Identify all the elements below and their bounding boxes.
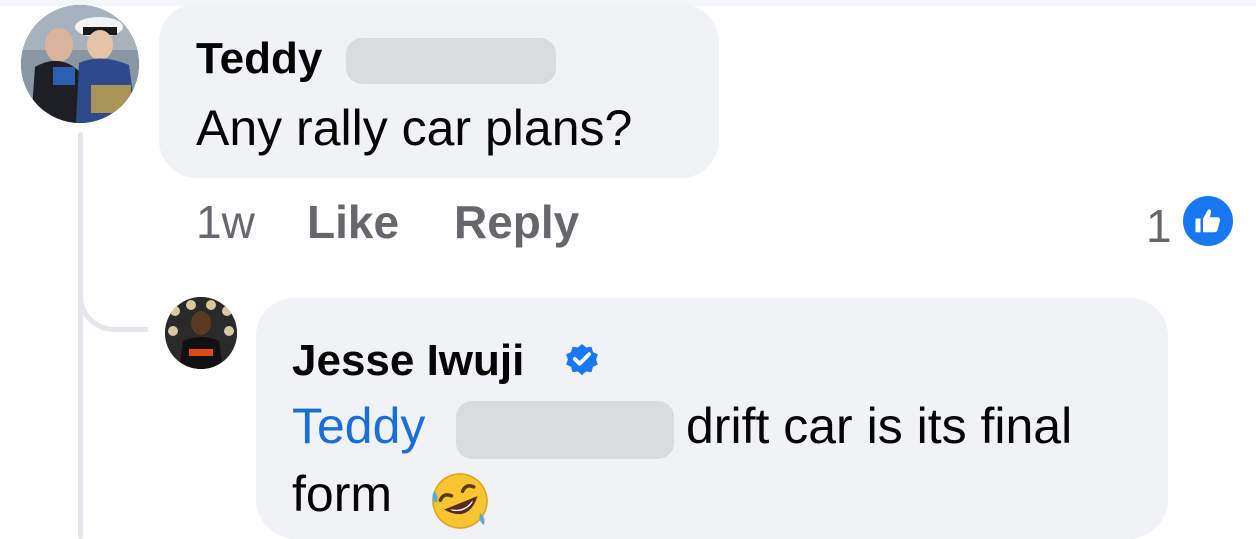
comment-text: Any rally car plans? [196, 100, 633, 156]
thread-line [78, 132, 83, 539]
thumbs-up-icon[interactable] [1183, 196, 1233, 246]
reply-button[interactable]: Reply [454, 196, 579, 248]
like-button[interactable]: Like [307, 196, 399, 248]
redacted-name [456, 401, 674, 459]
avatar[interactable] [21, 5, 139, 123]
reply-text: drift car is its final [686, 398, 1073, 454]
comment-timestamp[interactable]: 1w [196, 196, 255, 248]
redacted-name [346, 38, 556, 84]
reply-text-line2: form [292, 466, 392, 522]
avatar[interactable] [165, 297, 237, 369]
reaction-count[interactable]: 1 [1146, 200, 1172, 252]
thread-connector [78, 250, 148, 332]
reply-author-name[interactable]: Jesse Iwuji [292, 336, 524, 386]
rolling-on-floor-laughing-emoji [432, 473, 488, 529]
comment-author-name[interactable]: Teddy [196, 34, 322, 84]
mention-link[interactable]: Teddy [292, 396, 425, 456]
verified-badge-icon [566, 343, 598, 375]
